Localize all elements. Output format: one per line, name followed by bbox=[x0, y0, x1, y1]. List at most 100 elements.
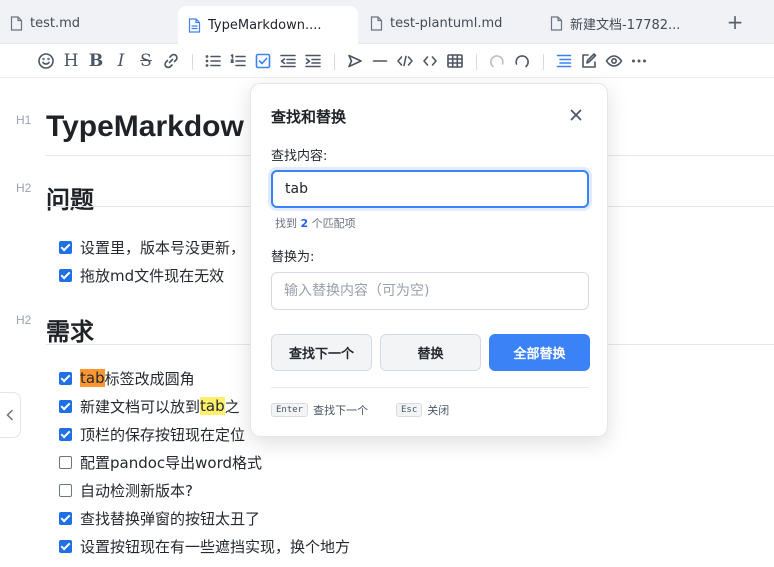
heading-icon[interactable]: H bbox=[60, 50, 82, 72]
checkbox-checked[interactable] bbox=[59, 427, 72, 441]
task-text: 设置按钮现在有一些遮挡实现，换个地方 bbox=[80, 537, 351, 556]
file-icon bbox=[550, 15, 563, 31]
task-text: 之 bbox=[224, 397, 240, 416]
toolbar-divider bbox=[543, 54, 544, 70]
quote-icon[interactable] bbox=[344, 50, 366, 72]
task-item[interactable]: 配置pandoc导出word格式 bbox=[59, 451, 262, 473]
chevron-left-icon bbox=[6, 409, 13, 421]
checkbox-checked[interactable] bbox=[59, 399, 72, 413]
link-icon[interactable] bbox=[160, 50, 182, 72]
file-icon bbox=[188, 17, 201, 33]
section-heading-requirements[interactable]: 需求 bbox=[46, 312, 94, 347]
sidebar-toggle-button[interactable] bbox=[0, 392, 21, 438]
shortcut-hint-esc: Esc 关闭 bbox=[396, 402, 449, 418]
find-replace-dialog: 查找和替换 查找内容: 找到 2 个匹配项 替换为: 查找下一个 替换 全部替换… bbox=[250, 83, 608, 437]
undo-icon[interactable] bbox=[486, 50, 508, 72]
indent-icon[interactable] bbox=[302, 50, 324, 72]
task-text: 查找替换弹窗的按钮太丑了 bbox=[80, 509, 261, 528]
more-icon[interactable] bbox=[628, 50, 650, 72]
hint-text: 关闭 bbox=[427, 404, 450, 417]
bold-icon[interactable]: B bbox=[85, 50, 107, 72]
match-count: 2 bbox=[300, 217, 309, 230]
toolbar-divider bbox=[192, 54, 193, 70]
current-search-match: tab bbox=[80, 369, 105, 387]
document-title[interactable]: TypeMarkdow bbox=[46, 110, 244, 144]
replace-all-button[interactable]: 全部替换 bbox=[489, 334, 590, 371]
hint-text: 查找下一个 bbox=[313, 404, 369, 417]
table-icon[interactable] bbox=[444, 50, 466, 72]
replace-button[interactable]: 替换 bbox=[380, 334, 481, 371]
horizontal-rule-icon[interactable] bbox=[369, 50, 391, 72]
code-block-icon[interactable] bbox=[394, 50, 416, 72]
toolbar-divider bbox=[334, 54, 335, 70]
inline-code-icon[interactable] bbox=[419, 50, 441, 72]
task-text: 配置pandoc导出word格式 bbox=[80, 453, 263, 472]
checkbox-checked[interactable] bbox=[59, 268, 72, 282]
tab-typemarkdown[interactable]: TypeMarkdown.... bbox=[178, 6, 358, 44]
tab-bar: test.md TypeMarkdown.... test-plantuml.m… bbox=[0, 0, 774, 44]
heading-level-marker: H2 bbox=[16, 313, 32, 327]
tab-new-doc[interactable]: 新建文档-17782... bbox=[540, 6, 716, 40]
add-tab-button[interactable]: + bbox=[724, 10, 746, 34]
task-item[interactable]: 自动检测新版本? bbox=[59, 479, 193, 501]
checkbox-checked[interactable] bbox=[59, 371, 72, 385]
checkbox-checked[interactable] bbox=[59, 240, 72, 254]
task-item[interactable]: 查找替换弹窗的按钮太丑了 bbox=[59, 507, 260, 529]
task-text: 自动检测新版本? bbox=[80, 481, 193, 500]
toc-icon[interactable] bbox=[553, 50, 575, 72]
task-item[interactable]: 新建文档可以放到 tab 之 bbox=[59, 395, 240, 417]
find-label: 查找内容: bbox=[271, 149, 328, 164]
preview-icon[interactable] bbox=[603, 50, 625, 72]
shortcut-hint-enter: Enter 查找下一个 bbox=[271, 402, 368, 418]
edit-mode-icon[interactable] bbox=[578, 50, 600, 72]
tab-test-plantuml[interactable]: test-plantuml.md bbox=[360, 6, 536, 40]
replace-label: 替换为: bbox=[271, 250, 315, 265]
match-count-text: 找到 2 个匹配项 bbox=[275, 215, 356, 231]
checkbox-checked[interactable] bbox=[59, 539, 72, 553]
ordered-list-icon[interactable] bbox=[227, 50, 249, 72]
tab-label: test.md bbox=[30, 15, 81, 31]
tab-test-md[interactable]: test.md bbox=[0, 6, 176, 40]
task-item[interactable]: 设置按钮现在有一些遮挡实现，换个地方 bbox=[59, 535, 350, 557]
checkbox-unchecked[interactable] bbox=[59, 455, 72, 469]
match-suffix: 个匹配项 bbox=[311, 217, 356, 230]
task-text: 顶栏的保存按钮现在定位 bbox=[80, 425, 246, 444]
bullet-list-icon[interactable] bbox=[202, 50, 224, 72]
find-next-button[interactable]: 查找下一个 bbox=[271, 334, 372, 371]
task-item[interactable]: 拖放md文件现在无效 bbox=[59, 264, 224, 286]
esc-key: Esc bbox=[396, 403, 423, 417]
outdent-icon[interactable] bbox=[277, 50, 299, 72]
replace-input[interactable] bbox=[271, 272, 589, 310]
search-match: tab bbox=[200, 397, 225, 415]
tab-label: TypeMarkdown.... bbox=[208, 17, 322, 33]
italic-icon[interactable]: I bbox=[110, 50, 132, 72]
tab-label: 新建文档-17782... bbox=[570, 17, 681, 33]
task-text: 设置里，版本号没更新， bbox=[80, 238, 246, 257]
redo-icon[interactable] bbox=[511, 50, 533, 72]
close-icon[interactable] bbox=[567, 106, 585, 124]
dialog-title: 查找和替换 bbox=[271, 108, 347, 126]
file-icon bbox=[370, 15, 383, 31]
dialog-divider bbox=[271, 387, 589, 388]
section-heading-problems[interactable]: 问题 bbox=[46, 180, 94, 215]
task-text: 拖放md文件现在无效 bbox=[80, 266, 225, 285]
editor-toolbar: H B I S bbox=[0, 44, 774, 78]
strikethrough-icon[interactable]: S bbox=[135, 50, 157, 72]
enter-key: Enter bbox=[271, 403, 309, 417]
task-item[interactable]: tab 标签改成圆角 bbox=[59, 367, 195, 389]
task-text: 标签改成圆角 bbox=[104, 369, 195, 388]
checkbox-unchecked[interactable] bbox=[59, 483, 72, 497]
checkbox-checked[interactable] bbox=[59, 511, 72, 525]
task-item[interactable]: 顶栏的保存按钮现在定位 bbox=[59, 423, 245, 445]
heading-level-marker: H2 bbox=[16, 181, 32, 195]
task-text: 新建文档可以放到 bbox=[80, 397, 201, 416]
emoji-icon[interactable] bbox=[35, 50, 57, 72]
task-item[interactable]: 设置里，版本号没更新， bbox=[59, 236, 245, 258]
toolbar-divider bbox=[476, 54, 477, 70]
find-input[interactable] bbox=[271, 170, 589, 208]
match-prefix: 找到 bbox=[275, 217, 297, 230]
tab-label: test-plantuml.md bbox=[390, 15, 503, 31]
heading-level-marker: H1 bbox=[16, 113, 32, 127]
file-icon bbox=[10, 15, 23, 31]
task-list-icon[interactable] bbox=[252, 50, 274, 72]
